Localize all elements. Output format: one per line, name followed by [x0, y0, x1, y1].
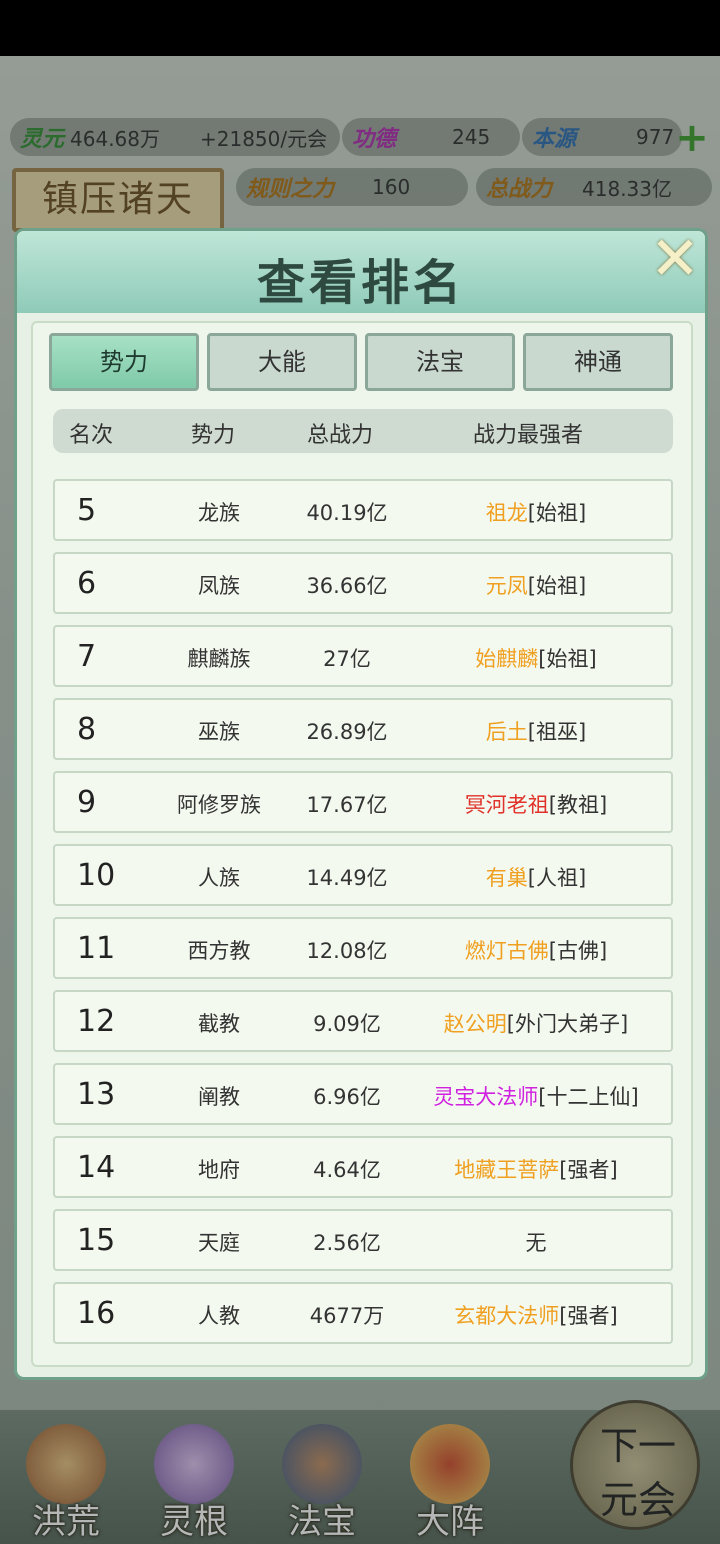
status-bar: [0, 0, 720, 56]
strongest-title: [始祖]: [538, 647, 597, 671]
row-force: 阐教: [198, 1085, 240, 1109]
strongest-name: 祖龙: [485, 501, 528, 525]
modal-title: 查看排名: [256, 255, 465, 311]
header-power: 总战力: [307, 423, 374, 448]
strongest-title: [古佛]: [548, 939, 608, 963]
close-icon[interactable]: ✕: [643, 229, 707, 291]
row-rank: 9: [77, 785, 97, 820]
tab-fabao[interactable]: 法宝: [365, 333, 515, 391]
row-strongest: 无: [417, 1227, 655, 1257]
row-strongest: 燃灯古佛[古佛]: [417, 935, 655, 965]
strongest-name: 燃灯古佛: [464, 939, 549, 963]
strongest-name: 地藏王菩萨: [454, 1158, 560, 1182]
strongest-name: 赵公明: [443, 1012, 507, 1036]
table-row: 7 麒麟族 27亿 始麒麟[始祖]: [53, 625, 673, 687]
strongest-name: 灵宝大法师: [433, 1085, 539, 1109]
row-force: 麒麟族: [187, 647, 251, 671]
strongest-title: [祖巫]: [527, 720, 587, 744]
row-power: 17.67亿: [306, 793, 388, 817]
row-power: 4.64亿: [313, 1158, 381, 1182]
header-top: 战力最强者: [473, 423, 584, 448]
strongest-name: 有巢: [485, 866, 528, 890]
strongest-title: [教祖]: [548, 793, 608, 817]
table-row: 14 地府 4.64亿 地藏王菩萨[强者]: [53, 1136, 673, 1198]
table-row: 6 凤族 36.66亿 元凤[始祖]: [53, 552, 673, 614]
row-strongest: 始麒麟[始祖]: [417, 643, 655, 673]
row-rank: 14: [77, 1150, 116, 1185]
row-force: 截教: [198, 1012, 240, 1036]
strongest-title: [始祖]: [527, 501, 587, 525]
table-row: 8 巫族 26.89亿 后土[祖巫]: [53, 698, 673, 760]
row-force: 地府: [198, 1158, 240, 1182]
header-rank: 名次: [69, 423, 114, 448]
row-power: 14.49亿: [306, 866, 388, 890]
tab-shili[interactable]: 势力: [49, 333, 199, 391]
table-row: 5 龙族 40.19亿 祖龙[始祖]: [53, 479, 673, 541]
row-rank: 12: [77, 1004, 116, 1039]
row-rank: 13: [77, 1077, 116, 1112]
table-header: 名次 势力 总战力 战力最强者: [53, 409, 673, 453]
table-row: 15 天庭 2.56亿 无: [53, 1209, 673, 1271]
strongest-name: 玄都大法师: [454, 1304, 560, 1328]
row-force: 人教: [198, 1304, 240, 1328]
row-strongest: 玄都大法师[强者]: [417, 1300, 655, 1330]
table-row: 11 西方教 12.08亿 燃灯古佛[古佛]: [53, 917, 673, 979]
row-strongest: 灵宝大法师[十二上仙]: [417, 1081, 655, 1111]
table-row: 13 阐教 6.96亿 灵宝大法师[十二上仙]: [53, 1063, 673, 1125]
row-strongest: 冥河老祖[教祖]: [417, 789, 655, 819]
tab-daneng[interactable]: 大能: [207, 333, 357, 391]
row-strongest: 后土[祖巫]: [417, 716, 655, 746]
row-rank: 6: [77, 566, 97, 601]
ranking-modal: 查看排名 ✕ 势力 大能 法宝 神通 名次 势力 总战力 战力最强者 5 龙族 40…: [14, 228, 708, 1380]
row-power: 4677万: [309, 1304, 385, 1328]
tab-bar: 势力 大能 法宝 神通: [49, 333, 673, 391]
strongest-title: [强者]: [559, 1158, 618, 1182]
row-strongest: 地藏王菩萨[强者]: [417, 1154, 655, 1184]
row-force: 龙族: [198, 501, 240, 525]
strongest-title: [始祖]: [527, 574, 587, 598]
header-force: 势力: [191, 423, 236, 448]
strongest-title: 无: [525, 1231, 547, 1255]
row-strongest: 元凤[始祖]: [417, 570, 655, 600]
row-rank: 16: [77, 1296, 116, 1331]
table-row: 10 人族 14.49亿 有巢[人祖]: [53, 844, 673, 906]
row-strongest: 有巢[人祖]: [417, 862, 655, 892]
row-force: 凤族: [198, 574, 240, 598]
row-force: 人族: [198, 866, 240, 890]
strongest-title: [外门大弟子]: [506, 1012, 629, 1036]
row-force: 阿修罗族: [177, 793, 261, 817]
table-row: 16 人教 4677万 玄都大法师[强者]: [53, 1282, 673, 1344]
row-power: 9.09亿: [313, 1012, 381, 1036]
strongest-title: [十二上仙]: [538, 1085, 639, 1109]
tab-shentong[interactable]: 神通: [523, 333, 673, 391]
row-force: 巫族: [198, 720, 240, 744]
row-rank: 15: [77, 1223, 116, 1258]
table-row: 9 阿修罗族 17.67亿 冥河老祖[教祖]: [53, 771, 673, 833]
row-force: 西方教: [187, 939, 251, 963]
strongest-title: [强者]: [559, 1304, 618, 1328]
row-power: 26.89亿: [306, 720, 388, 744]
row-rank: 10: [77, 858, 116, 893]
row-power: 36.66亿: [306, 574, 388, 598]
row-power: 40.19亿: [306, 501, 388, 525]
row-force: 天庭: [198, 1231, 240, 1255]
row-power: 6.96亿: [313, 1085, 381, 1109]
table-row: 12 截教 9.09亿 赵公明[外门大弟子]: [53, 990, 673, 1052]
strongest-name: 始麒麟: [475, 647, 539, 671]
row-rank: 5: [77, 493, 97, 528]
row-strongest: 祖龙[始祖]: [417, 497, 655, 527]
strongest-name: 元凤: [485, 574, 528, 598]
row-rank: 8: [77, 712, 97, 747]
row-power: 12.08亿: [306, 939, 388, 963]
row-rank: 7: [77, 639, 97, 674]
row-power: 27亿: [323, 647, 371, 671]
row-rank: 11: [77, 931, 116, 966]
row-strongest: 赵公明[外门大弟子]: [417, 1008, 655, 1038]
strongest-name: 冥河老祖: [464, 793, 549, 817]
row-power: 2.56亿: [313, 1231, 381, 1255]
strongest-title: [人祖]: [527, 866, 587, 890]
strongest-name: 后土: [485, 720, 528, 744]
